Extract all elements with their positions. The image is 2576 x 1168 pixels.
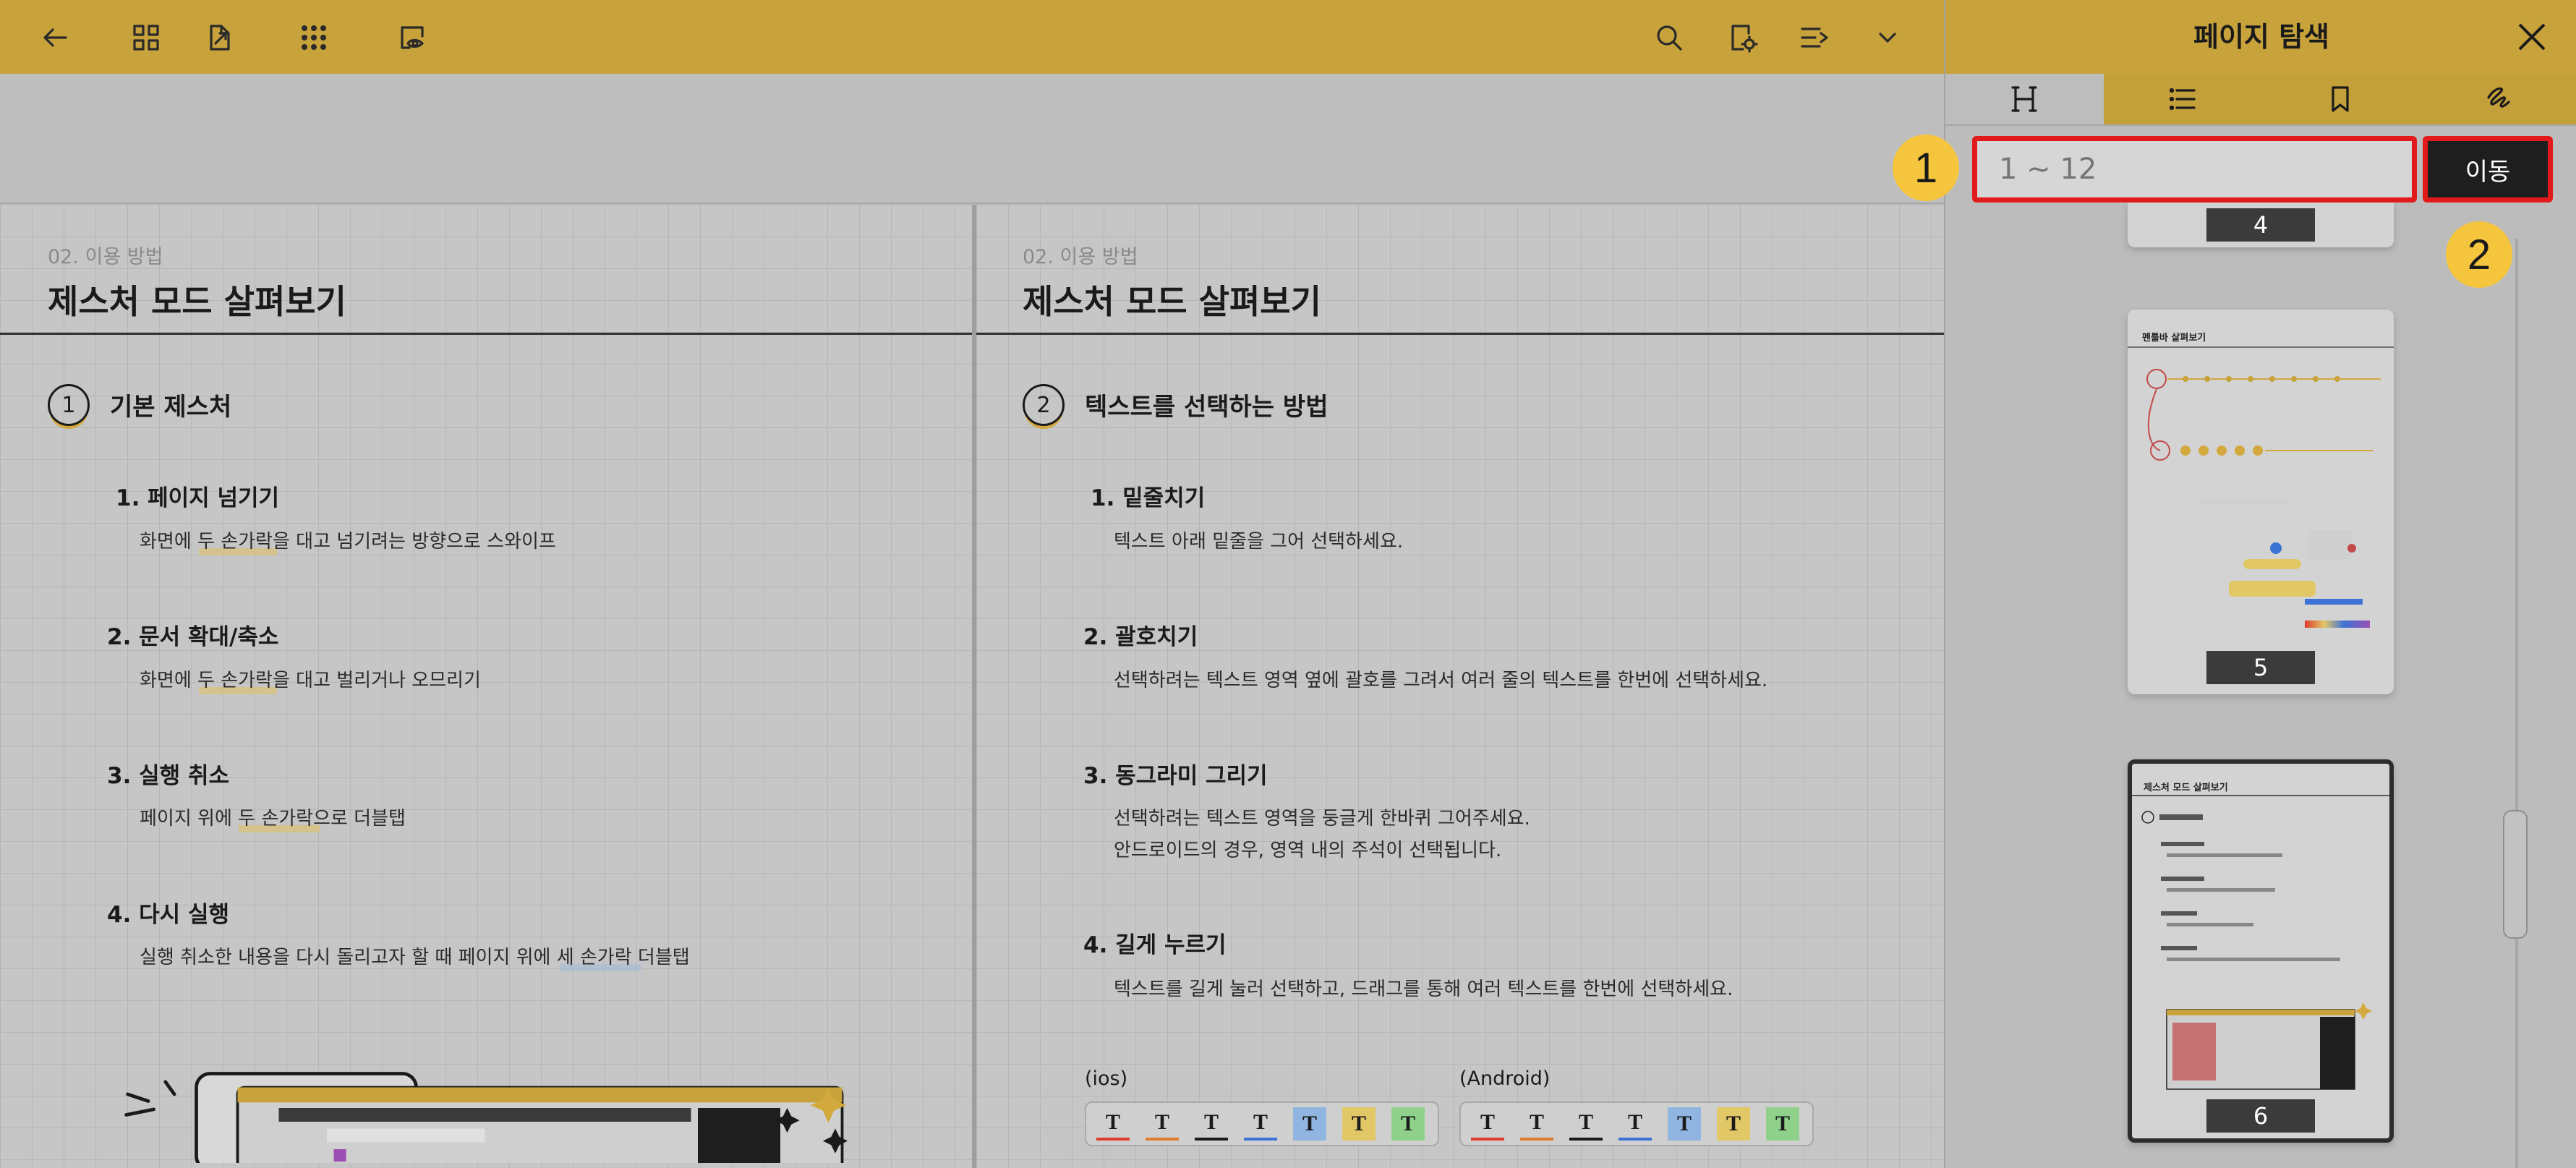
thumbnail-preview bbox=[2128, 346, 2394, 628]
chevron-down-icon bbox=[1879, 33, 1896, 43]
item-description: 실행 취소한 내용을 다시 돌리고자 할 때 페이지 위에 세 손가락 더블탭 bbox=[140, 947, 690, 968]
thumbnail-preview bbox=[2132, 795, 2389, 1090]
page-number-input[interactable] bbox=[1972, 136, 2417, 203]
item-heading: 1. 밑줄치기 bbox=[1091, 485, 1206, 511]
ios-selection-toolbar: T T T T T T T bbox=[1085, 1101, 1439, 1146]
item-description: 안드로이드의 경우, 영역 내의 주석이 선택됩니다. bbox=[1114, 840, 1502, 861]
page-thumbnail-number: 6 bbox=[2206, 1099, 2315, 1133]
section-number-badge: 1 bbox=[48, 384, 90, 426]
export-button[interactable] bbox=[198, 16, 242, 59]
close-panel-button[interactable] bbox=[2514, 19, 2550, 55]
panel-scroll-track[interactable] bbox=[2515, 239, 2518, 1168]
item-description: 텍스트 아래 밑줄을 그어 선택하세요. bbox=[1114, 531, 1404, 553]
close-icon bbox=[2518, 23, 2546, 51]
page-settings-icon bbox=[1731, 25, 1758, 53]
page-thumbnail[interactable]: 4 bbox=[2128, 203, 2394, 247]
item-description: 화면에 두 손가락을 대고 넘기려는 방향으로 스와이프 bbox=[140, 531, 556, 553]
item-heading: 4. 다시 실행 bbox=[107, 902, 230, 928]
list-icon bbox=[2169, 88, 2196, 111]
platform-label-android: (Android) bbox=[1459, 1067, 1551, 1090]
text-select-chip: T bbox=[1244, 1107, 1277, 1141]
item-heading: 4. 길게 누르기 bbox=[1083, 932, 1227, 958]
bookmark-icon bbox=[2332, 86, 2349, 112]
page-thumbnail[interactable]: 펜툴바 살펴보기 5 bbox=[2128, 310, 2394, 694]
search-icon bbox=[1657, 25, 1682, 51]
back-button[interactable] bbox=[34, 16, 77, 59]
item-heading: 1. 페이지 넘기기 bbox=[116, 485, 280, 511]
more-menu-button[interactable] bbox=[1866, 16, 1909, 59]
panel-scrollbar-handle[interactable] bbox=[2503, 810, 2528, 939]
export-icon bbox=[210, 25, 230, 51]
item-description: 페이지 위에 두 손가락으로 더블탭 bbox=[140, 808, 406, 830]
text-select-chip: T bbox=[1618, 1107, 1652, 1141]
text-select-chip: T bbox=[1096, 1107, 1130, 1141]
item-heading: 3. 실행 취소 bbox=[107, 763, 230, 789]
go-to-page-button[interactable]: 이동 bbox=[2423, 136, 2553, 203]
annotation-icon bbox=[2487, 87, 2510, 108]
page-left[interactable]: 02. 이용 방법 제스처 모드 살펴보기 1 기본 제스처 1. 페이지 넘기… bbox=[0, 205, 972, 1168]
title-rule bbox=[0, 333, 972, 335]
toolbar-spacer bbox=[0, 74, 1944, 204]
item-description: 화면에 두 손가락을 대고 벌리거나 오므리기 bbox=[140, 670, 481, 691]
list-sort-button[interactable] bbox=[1792, 16, 1835, 59]
apps-button[interactable] bbox=[292, 16, 336, 59]
page-title: 제스처 모드 살펴보기 bbox=[1023, 282, 1321, 321]
panel-title: 페이지 탐색 bbox=[2193, 21, 2330, 53]
item-heading: 3. 동그라미 그리기 bbox=[1083, 763, 1268, 789]
reading-mode-button[interactable] bbox=[391, 16, 434, 59]
text-select-chip: T bbox=[1569, 1107, 1603, 1141]
grid-view-icon bbox=[133, 25, 159, 51]
tab-list[interactable] bbox=[2103, 74, 2261, 126]
panel-header: 페이지 탐색 bbox=[1945, 0, 2576, 74]
text-select-chip: T bbox=[1471, 1107, 1504, 1141]
callout-badge: 2 bbox=[2446, 221, 2512, 288]
item-description: 텍스트를 길게 눌러 선택하고, 드래그를 통해 여러 텍스트를 한번에 선택하… bbox=[1114, 979, 1733, 1000]
text-select-chip: T bbox=[1766, 1107, 1799, 1141]
text-select-chip: T bbox=[1391, 1107, 1425, 1141]
item-description: 선택하려는 텍스트 영역 옆에 괄호를 그려서 여러 줄의 텍스트를 한번에 선… bbox=[1114, 670, 1768, 691]
text-select-chip: T bbox=[1293, 1107, 1326, 1141]
item-heading: 2. 문서 확대/축소 bbox=[107, 624, 279, 650]
text-select-chip: T bbox=[1195, 1107, 1228, 1141]
platform-label-ios: (ios) bbox=[1085, 1067, 1128, 1090]
page-breadcrumb: 02. 이용 방법 bbox=[1023, 246, 1138, 268]
page-right[interactable]: 02. 이용 방법 제스처 모드 살펴보기 2 텍스트를 선택하는 방법 1. … bbox=[976, 205, 1944, 1168]
apps-icon bbox=[302, 25, 326, 50]
tab-outline[interactable] bbox=[1945, 74, 2104, 126]
text-select-chip: T bbox=[1668, 1107, 1701, 1141]
text-select-chip: T bbox=[1342, 1107, 1376, 1141]
back-arrow-icon bbox=[43, 28, 67, 47]
text-select-chip: T bbox=[1146, 1107, 1179, 1141]
document-area[interactable]: 02. 이용 방법 제스처 모드 살펴보기 1 기본 제스처 1. 페이지 넘기… bbox=[0, 205, 1944, 1168]
page-thumbnail-current[interactable]: 제스처 모드 살펴보기 6 bbox=[2128, 759, 2394, 1143]
tab-annotation[interactable] bbox=[2419, 74, 2576, 126]
page-title: 제스처 모드 살펴보기 bbox=[48, 282, 346, 321]
panel-tabs bbox=[1945, 74, 2576, 126]
item-heading: 2. 괄호치기 bbox=[1083, 624, 1198, 650]
item-description: 선택하려는 텍스트 영역을 둥글게 한바퀴 그어주세요. bbox=[1114, 808, 1530, 830]
android-selection-toolbar: T T T T T T T bbox=[1459, 1101, 1814, 1146]
page-thumbnail-number: 4 bbox=[2206, 208, 2315, 242]
section-number-badge: 2 bbox=[1023, 384, 1065, 426]
callout-badge: 1 bbox=[1893, 135, 1959, 201]
reading-mode-icon bbox=[401, 26, 424, 49]
page-thumbnail-number: 5 bbox=[2206, 651, 2315, 684]
text-select-chip: T bbox=[1717, 1107, 1750, 1141]
section-title: 텍스트를 선택하는 방법 bbox=[1085, 393, 1328, 422]
tab-bookmark[interactable] bbox=[2261, 74, 2420, 126]
section-title: 기본 제스처 bbox=[110, 393, 232, 422]
page-breadcrumb: 02. 이용 방법 bbox=[48, 246, 163, 268]
grid-view-button[interactable] bbox=[124, 16, 168, 59]
title-rule bbox=[976, 333, 1944, 335]
text-select-chip: T bbox=[1520, 1107, 1553, 1141]
top-toolbar bbox=[0, 0, 1944, 74]
page-settings-button[interactable] bbox=[1721, 16, 1765, 59]
tablet-illustration bbox=[124, 1072, 848, 1163]
list-sort-icon bbox=[1801, 27, 1828, 48]
outline-icon bbox=[2011, 86, 2037, 112]
search-button[interactable] bbox=[1647, 16, 1691, 59]
